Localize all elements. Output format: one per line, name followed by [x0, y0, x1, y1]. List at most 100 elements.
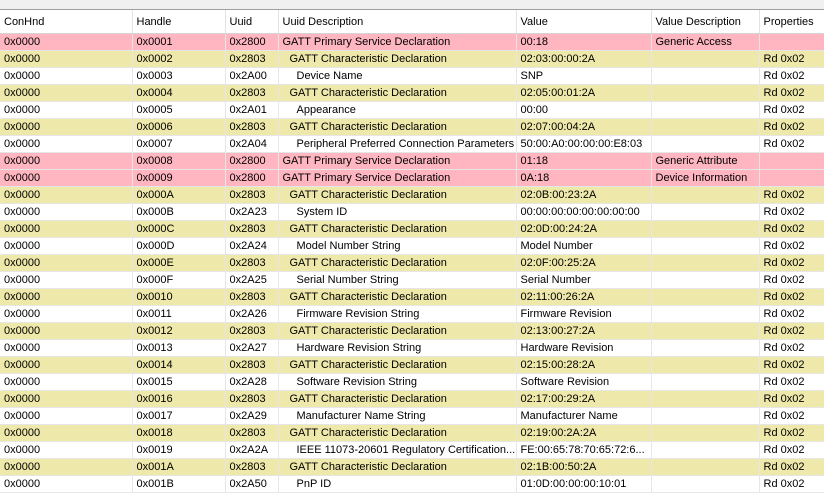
cell-conhnd: 0x0000: [0, 271, 133, 289]
cell-value-description: [651, 50, 760, 68]
table-row[interactable]: 0x0000 0x000D 0x2A24 Model Number String Mod…: [0, 237, 824, 255]
table-row[interactable]: 0x0000 0x000F 0x2A25 Serial Number String Se…: [0, 271, 824, 289]
table-row[interactable]: 0x0000 0x0009 0x2800 GATT Primary Service D…: [0, 169, 824, 187]
cell-properties: Rd 0x02: [759, 203, 824, 221]
table-row[interactable]: 0x0000 0x0016 0x2803 GATT Characteristic De…: [0, 390, 824, 408]
column-header-uuid[interactable]: Uuid: [225, 10, 279, 34]
column-header-handle[interactable]: Handle: [132, 10, 226, 34]
table-row[interactable]: 0x0000 0x0014 0x2803 GATT Characteristic De…: [0, 356, 824, 374]
cell-conhnd: 0x0000: [0, 373, 133, 391]
cell-properties: Rd 0x02: [759, 458, 824, 476]
cell-uuid: 0x2800: [225, 169, 279, 187]
table-row[interactable]: 0x0000 0x000B 0x2A23 System ID 00:00:00:00:0…: [0, 203, 824, 221]
table-row[interactable]: 0x0000 0x0005 0x2A01 Appearance 00:00 Rd 0x02: [0, 101, 824, 119]
cell-handle: 0x0014: [132, 356, 226, 374]
cell-handle: 0x0016: [132, 390, 226, 408]
table-row[interactable]: 0x0000 0x0001 0x2800 GATT Primary Service D…: [0, 33, 824, 51]
column-header-uuid-description[interactable]: Uuid Description: [278, 10, 517, 34]
column-header-conhnd[interactable]: ConHnd: [0, 10, 133, 34]
cell-value: Software Revision: [516, 373, 652, 391]
cell-uuid-description: GATT Characteristic Declaration: [278, 254, 517, 272]
cell-value-description: Device Information: [651, 169, 760, 187]
cell-value-description: [651, 237, 760, 255]
cell-uuid-description: GATT Characteristic Declaration: [278, 390, 517, 408]
cell-uuid: 0x2A04: [225, 135, 279, 153]
table-row[interactable]: 0x0000 0x0018 0x2803 GATT Characteristic De…: [0, 424, 824, 442]
attribute-table[interactable]: ConHnd Handle Uuid Uuid Description Valu…: [0, 10, 824, 493]
cell-uuid-description: Peripheral Preferred Connection Paramete…: [278, 135, 517, 153]
cell-properties: [759, 33, 824, 51]
cell-uuid-description: Manufacturer Name String: [278, 407, 517, 425]
table-row[interactable]: 0x0000 0x0019 0x2A2A IEEE 11073-20601 Regul…: [0, 441, 824, 459]
cell-uuid: 0x2803: [225, 50, 279, 68]
cell-conhnd: 0x0000: [0, 203, 133, 221]
table-row[interactable]: 0x0000 0x0007 0x2A04 Peripheral Preferred C…: [0, 135, 824, 153]
cell-uuid-description: GATT Primary Service Declaration: [278, 33, 517, 51]
cell-value: 02:1B:00:50:2A: [516, 458, 652, 476]
cell-value-description: [651, 288, 760, 306]
cell-properties: [759, 169, 824, 187]
table-row[interactable]: 0x0000 0x001A 0x2803 GATT Characteristic De…: [0, 458, 824, 476]
cell-conhnd: 0x0000: [0, 390, 133, 408]
cell-conhnd: 0x0000: [0, 220, 133, 238]
cell-uuid: 0x2A01: [225, 101, 279, 119]
cell-conhnd: 0x0000: [0, 254, 133, 272]
cell-value: 02:15:00:28:2A: [516, 356, 652, 374]
cell-value-description: Generic Attribute: [651, 152, 760, 170]
column-header-value[interactable]: Value: [516, 10, 652, 34]
table-row[interactable]: 0x0000 0x0010 0x2803 GATT Characteristic De…: [0, 288, 824, 306]
table-row[interactable]: 0x0000 0x0017 0x2A29 Manufacturer Name Stri…: [0, 407, 824, 425]
column-header-properties[interactable]: Properties: [759, 10, 824, 34]
cell-handle: 0x0012: [132, 322, 226, 340]
cell-uuid-description: GATT Characteristic Declaration: [278, 322, 517, 340]
table-row[interactable]: 0x0000 0x0012 0x2803 GATT Characteristic De…: [0, 322, 824, 340]
table-row[interactable]: 0x0000 0x0006 0x2803 GATT Characteristic De…: [0, 118, 824, 136]
cell-value: 00:00: [516, 101, 652, 119]
table-row[interactable]: 0x0000 0x0004 0x2803 GATT Characteristic De…: [0, 84, 824, 102]
table-row[interactable]: 0x0000 0x0013 0x2A27 Hardware Revision Stri…: [0, 339, 824, 357]
table-row[interactable]: 0x0000 0x0008 0x2800 GATT Primary Service D…: [0, 152, 824, 170]
cell-properties: Rd 0x02: [759, 475, 824, 493]
cell-properties: Rd 0x02: [759, 390, 824, 408]
table-row[interactable]: 0x0000 0x0002 0x2803 GATT Characteristic De…: [0, 50, 824, 68]
cell-uuid: 0x2A26: [225, 305, 279, 323]
cell-uuid: 0x2A50: [225, 475, 279, 493]
cell-uuid: 0x2803: [225, 186, 279, 204]
cell-properties: Rd 0x02: [759, 220, 824, 238]
cell-conhnd: 0x0000: [0, 101, 133, 119]
cell-handle: 0x000A: [132, 186, 226, 204]
cell-value: Manufacturer Name: [516, 407, 652, 425]
table-row[interactable]: 0x0000 0x000A 0x2803 GATT Characteristic De…: [0, 186, 824, 204]
cell-conhnd: 0x0000: [0, 33, 133, 51]
cell-value-description: [651, 135, 760, 153]
table-row[interactable]: 0x0000 0x000E 0x2803 GATT Characteristic De…: [0, 254, 824, 272]
table-row[interactable]: 0x0000 0x001B 0x2A50 PnP ID 01:0D:00:00:00:1…: [0, 475, 824, 493]
cell-uuid-description: Firmware Revision String: [278, 305, 517, 323]
cell-value-description: [651, 475, 760, 493]
cell-conhnd: 0x0000: [0, 152, 133, 170]
cell-uuid: 0x2803: [225, 356, 279, 374]
cell-properties: Rd 0x02: [759, 50, 824, 68]
cell-handle: 0x0018: [132, 424, 226, 442]
cell-handle: 0x0011: [132, 305, 226, 323]
cell-value-description: [651, 458, 760, 476]
cell-handle: 0x0010: [132, 288, 226, 306]
table-row[interactable]: 0x0000 0x0011 0x2A26 Firmware Revision Stri…: [0, 305, 824, 323]
cell-handle: 0x0003: [132, 67, 226, 85]
column-header-value-description[interactable]: Value Description: [651, 10, 760, 34]
cell-value: 50:00:A0:00:00:00:E8:03: [516, 135, 652, 153]
cell-uuid-description: GATT Primary Service Declaration: [278, 152, 517, 170]
cell-value-description: [651, 186, 760, 204]
table-row[interactable]: 0x0000 0x000C 0x2803 GATT Characteristic De…: [0, 220, 824, 238]
cell-uuid: 0x2A23: [225, 203, 279, 221]
cell-value-description: [651, 373, 760, 391]
cell-handle: 0x0008: [132, 152, 226, 170]
cell-handle: 0x0009: [132, 169, 226, 187]
cell-value: 02:13:00:27:2A: [516, 322, 652, 340]
table-row[interactable]: 0x0000 0x0003 0x2A00 Device Name SNP Rd 0x02: [0, 67, 824, 85]
cell-properties: Rd 0x02: [759, 373, 824, 391]
cell-uuid: 0x2800: [225, 33, 279, 51]
cell-uuid: 0x2803: [225, 84, 279, 102]
cell-uuid-description: IEEE 11073-20601 Regulatory Certificatio…: [278, 441, 517, 459]
table-row[interactable]: 0x0000 0x0015 0x2A28 Software Revision Stri…: [0, 373, 824, 391]
